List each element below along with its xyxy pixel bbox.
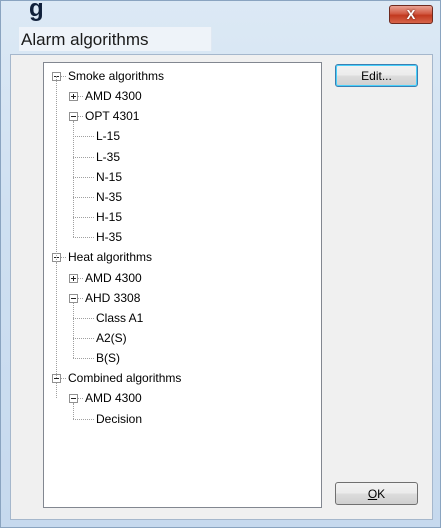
tree-connector <box>61 257 66 259</box>
tree-node[interactable]: N-35 <box>96 190 122 204</box>
tree-connector <box>73 217 94 219</box>
collapse-icon[interactable] <box>69 293 78 303</box>
tree-connector <box>73 136 94 138</box>
window-title: Alarm algorithms <box>21 30 149 49</box>
ok-button-label: OK <box>368 487 385 501</box>
tree-node[interactable]: Decision <box>96 412 142 426</box>
tree-connector <box>73 156 94 158</box>
tree-node[interactable]: Smoke algorithms <box>68 69 164 83</box>
tree-connector <box>78 297 83 299</box>
tree-connector <box>56 383 57 399</box>
ok-button[interactable]: OK <box>335 482 418 505</box>
tree-node[interactable]: A2(S) <box>96 331 127 345</box>
tree-connector <box>73 196 94 198</box>
tree-node[interactable]: L-35 <box>96 150 120 164</box>
tree-connector <box>61 378 66 380</box>
window-title-fragment: g <box>29 0 45 22</box>
close-icon: X <box>406 7 416 22</box>
edit-button[interactable]: Edit... <box>335 64 418 87</box>
tree-connector <box>73 237 94 239</box>
tree-node[interactable]: H-15 <box>96 210 122 224</box>
tree-node[interactable]: H-35 <box>96 230 122 244</box>
tree-connector <box>78 96 83 98</box>
close-button[interactable]: X <box>389 5 433 24</box>
tree-connector <box>73 302 74 359</box>
tree-node[interactable]: Class A1 <box>96 311 143 325</box>
tree-node[interactable]: B(S) <box>96 351 120 365</box>
tree-connector <box>73 358 94 360</box>
tree-connector <box>73 337 94 339</box>
tree-connector <box>78 116 83 118</box>
expand-icon[interactable] <box>69 273 78 283</box>
tree-connector <box>73 176 94 178</box>
tree-connector <box>73 121 74 238</box>
tree-node[interactable]: Heat algorithms <box>68 250 152 264</box>
edit-button-label: Edit... <box>361 68 392 83</box>
tree-connector <box>56 76 57 379</box>
tree-node[interactable]: AMD 4300 <box>85 391 142 405</box>
collapse-icon[interactable] <box>69 394 78 404</box>
tree-node[interactable]: AMD 4300 <box>85 271 142 285</box>
tree-connector <box>73 403 74 419</box>
tree-connector <box>61 76 66 77</box>
collapse-icon[interactable] <box>69 112 78 122</box>
tree-connector <box>78 398 83 400</box>
expand-icon[interactable] <box>69 92 78 102</box>
tree-connector <box>78 277 83 279</box>
ok-mnemonic: O <box>367 486 378 501</box>
tree-node[interactable]: L-15 <box>96 129 120 143</box>
tree-connector <box>73 418 94 420</box>
tree-node[interactable]: AMD 4300 <box>85 89 142 103</box>
ok-label-rest: K <box>377 486 386 501</box>
tree-node[interactable]: N-15 <box>96 170 122 184</box>
algorithm-tree[interactable]: Smoke algorithms AMD 4300 OPT 4301 L-15 L-35… <box>43 62 322 508</box>
tree-node[interactable]: AHD 3308 <box>85 291 140 305</box>
tree-node[interactable]: OPT 4301 <box>85 109 139 123</box>
tree-connector <box>73 317 94 319</box>
tree-node[interactable]: Combined algorithms <box>68 371 181 385</box>
